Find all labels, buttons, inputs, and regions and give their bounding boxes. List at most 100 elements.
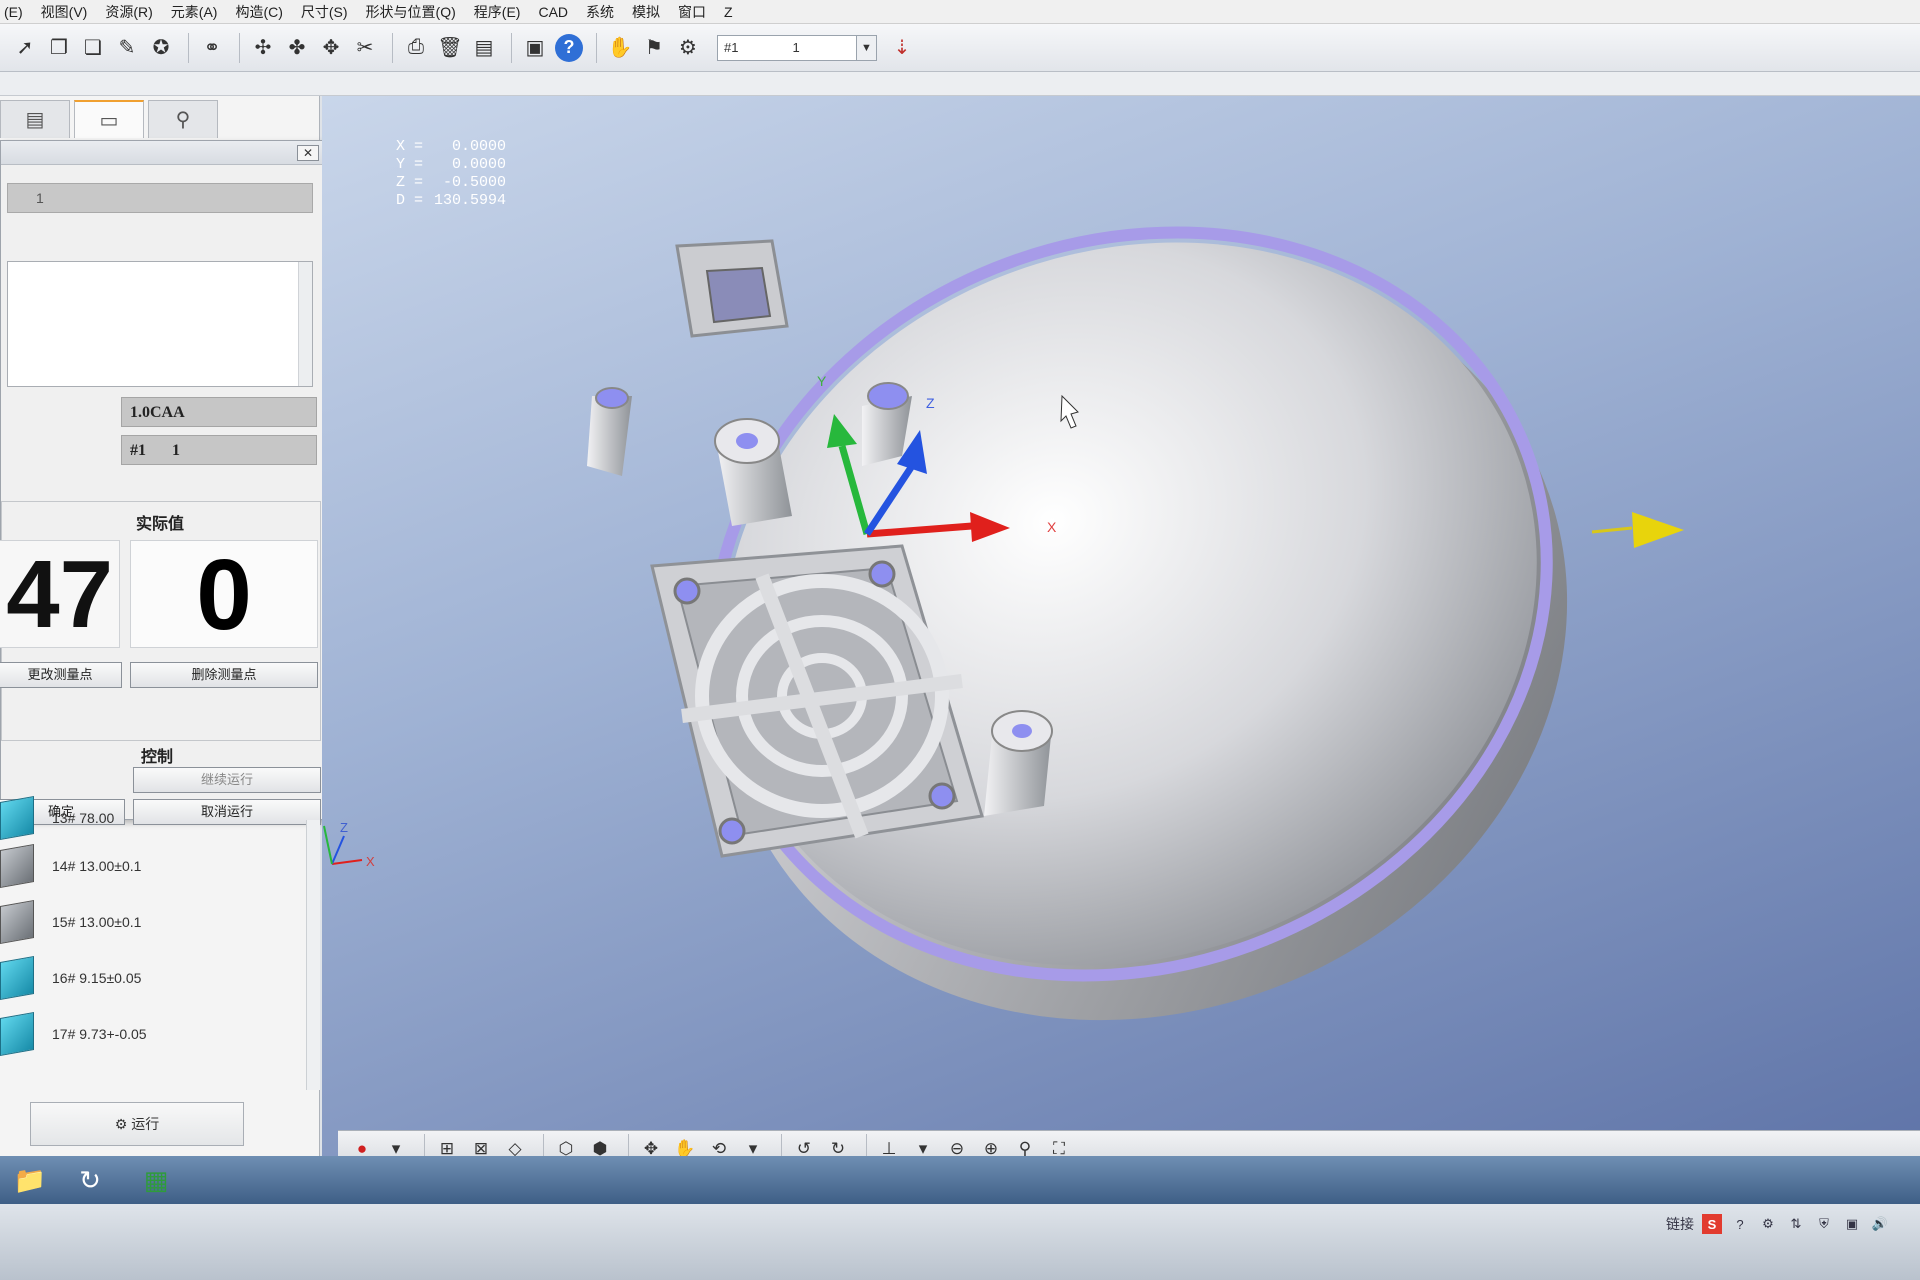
measure-cylinder-icon[interactable]: ✤ bbox=[282, 33, 312, 63]
feature-list: 13# 78.00 14# 13.00±0.1 15# 13.00±0.1 16… bbox=[0, 796, 320, 1090]
toolbar-separator bbox=[188, 32, 189, 63]
menu-construct[interactable]: 构造(C) bbox=[235, 2, 282, 22]
wrench-icon[interactable]: ✎ bbox=[112, 33, 142, 63]
coord-axis: D = bbox=[396, 192, 424, 209]
menu-system[interactable]: 系统 bbox=[586, 2, 614, 22]
menu-bar: (E) 视图(V) 资源(R) 元素(A) 构造(C) 尺寸(S) 形状与位置(… bbox=[0, 0, 1920, 24]
menu-cad[interactable]: CAD bbox=[538, 4, 568, 20]
report-icon[interactable]: ▤ bbox=[469, 33, 499, 63]
measure-plane-icon[interactable]: ✥ bbox=[316, 33, 346, 63]
tools-icon[interactable]: ✂ bbox=[350, 33, 380, 63]
help-icon[interactable]: ? bbox=[1730, 1214, 1750, 1234]
binoculars-icon[interactable]: ⚭ bbox=[197, 33, 227, 63]
menu-elements[interactable]: 元素(A) bbox=[171, 2, 218, 22]
actual-value-group: 实际值 47 0 更改测量点 删除测量点 bbox=[0, 501, 321, 741]
feature-list-scrollbar[interactable] bbox=[306, 820, 320, 1090]
cad-viewport[interactable]: X Y Z X Z X = 0.0000 Y = 0.0000 Z = -0.5000… bbox=[322, 96, 1920, 1156]
probe-tip-number: 1 bbox=[172, 442, 180, 459]
toolbar-separator bbox=[596, 32, 597, 63]
tab-program-icon[interactable]: ▤ bbox=[0, 100, 70, 138]
menu-resources[interactable]: 资源(R) bbox=[105, 2, 152, 22]
feature-label: 16# 9.15±0.05 bbox=[52, 970, 142, 986]
menu-dimension[interactable]: 尺寸(S) bbox=[301, 2, 348, 22]
list-item[interactable]: 17# 9.73+-0.05 bbox=[0, 1008, 147, 1060]
tab-elements-icon[interactable]: ▭ bbox=[74, 100, 144, 138]
feature-cube-icon bbox=[0, 844, 34, 888]
hand-probe-icon[interactable]: ✋ bbox=[605, 33, 635, 63]
display-icon[interactable]: ▣ bbox=[1842, 1214, 1862, 1234]
control-label: 控制 bbox=[137, 743, 178, 767]
help-button[interactable]: ? bbox=[554, 33, 584, 63]
coord-row: D = 130.5994 bbox=[396, 192, 506, 210]
list-item[interactable]: 15# 13.00±0.1 bbox=[0, 896, 141, 948]
cmm-app-icon[interactable]: ↻ bbox=[64, 1162, 116, 1198]
continue-button[interactable]: 继续运行 bbox=[133, 767, 321, 793]
change-point-button[interactable]: 更改测量点 bbox=[0, 662, 122, 688]
world-axis-indicator: X Z bbox=[323, 820, 375, 869]
probe-calibrate-icon[interactable]: ⚙ bbox=[673, 33, 703, 63]
probe-select[interactable]: #1 1 ▼ bbox=[717, 34, 877, 61]
delete-point-button[interactable]: 删除测量点 bbox=[130, 662, 318, 688]
message-list[interactable] bbox=[7, 261, 313, 387]
coord-value: 0.0000 bbox=[451, 156, 506, 173]
run-icon: ⚙ bbox=[114, 1116, 132, 1132]
settings-icon[interactable]: ⚙ bbox=[1758, 1214, 1778, 1234]
direction-arrow bbox=[1632, 512, 1684, 548]
probe-down-icon[interactable]: ⇣ bbox=[887, 33, 917, 63]
list-item[interactable]: 16# 9.15±0.05 bbox=[0, 952, 141, 1004]
chevron-down-icon[interactable]: ▼ bbox=[856, 35, 876, 60]
ime-icon[interactable]: S bbox=[1702, 1214, 1722, 1234]
planned-points-value: 47 bbox=[6, 541, 113, 648]
volume-icon[interactable]: 🔊 bbox=[1870, 1214, 1890, 1234]
coord-row: Z = -0.5000 bbox=[396, 174, 506, 192]
delete-icon[interactable]: 🗑 bbox=[435, 33, 465, 63]
network-icon[interactable]: ⇅ bbox=[1786, 1214, 1806, 1234]
feature-cube-icon bbox=[0, 900, 34, 944]
y-axis-label: Y bbox=[817, 373, 827, 389]
actual-value-label: 实际值 bbox=[136, 516, 185, 533]
measurement-dialog: ✕ 1 1.0CAA #1 1 实际值 47 0 更改测量点 删除测量点 控制 继… bbox=[0, 140, 328, 825]
paste-icon[interactable]: ❏ bbox=[78, 33, 108, 63]
shield-icon[interactable]: ⛨ bbox=[1814, 1214, 1834, 1234]
feature-label: 17# 9.73+-0.05 bbox=[52, 1026, 147, 1042]
menu-view[interactable]: 视图(V) bbox=[41, 2, 88, 22]
program-name-field[interactable]: 1 bbox=[7, 183, 313, 213]
probe-change-icon[interactable]: ✪ bbox=[146, 33, 176, 63]
save-icon[interactable]: ▣ bbox=[520, 33, 550, 63]
list-item[interactable]: 13# 78.00 bbox=[0, 792, 114, 844]
world-x-label: X bbox=[366, 854, 375, 869]
menu-program[interactable]: 程序(E) bbox=[474, 2, 521, 22]
message-list-scrollbar[interactable] bbox=[298, 262, 312, 386]
coord-axis: Z = bbox=[396, 174, 424, 191]
tab-probe-icon[interactable]: ⚲ bbox=[148, 100, 218, 138]
menu-extra[interactable]: Z bbox=[724, 4, 733, 20]
pointer-icon[interactable]: ➚ bbox=[10, 33, 40, 63]
measure-circle-icon[interactable]: ✣ bbox=[248, 33, 278, 63]
feature-cube-icon bbox=[0, 796, 34, 840]
coord-axis: Y = bbox=[396, 156, 424, 173]
run-button[interactable]: ⚙ 运行 bbox=[30, 1102, 244, 1146]
menu-edit[interactable]: (E) bbox=[4, 4, 23, 20]
feature-label: 14# 13.00±0.1 bbox=[52, 858, 142, 874]
list-item[interactable]: 14# 13.00±0.1 bbox=[0, 840, 141, 892]
part-model[interactable]: X Y Z X Z bbox=[322, 96, 1920, 1156]
print-icon[interactable]: ⎙ bbox=[401, 33, 431, 63]
run-button-label: 运行 bbox=[131, 1116, 160, 1132]
close-icon[interactable]: ✕ bbox=[297, 145, 319, 161]
auto-probe-icon[interactable]: ⚑ bbox=[639, 33, 669, 63]
copy-icon[interactable]: ❐ bbox=[44, 33, 74, 63]
menu-window[interactable]: 窗口 bbox=[678, 2, 706, 22]
probe-select-label: #1 bbox=[724, 40, 739, 55]
link-label[interactable]: 链接 bbox=[1666, 1214, 1694, 1234]
probe-config-field: 1.0CAA bbox=[121, 397, 317, 427]
excel-icon[interactable]: ▦ bbox=[130, 1162, 182, 1198]
probe-tip-name: #1 bbox=[130, 442, 146, 459]
main-toolbar: ➚ ❐ ❏ ✎ ✪ ⚭ ✣ ✤ ✥ ✂ ⎙ 🗑 ▤ ▣ ? ✋ ⚑ ⚙ #1 1… bbox=[0, 24, 1920, 72]
coord-value: 130.5994 bbox=[433, 192, 506, 209]
coord-row: X = 0.0000 bbox=[396, 138, 506, 156]
folder-icon[interactable]: 📁 bbox=[4, 1162, 56, 1198]
menu-simulate[interactable]: 模拟 bbox=[632, 2, 660, 22]
planned-points-display: 47 bbox=[0, 540, 120, 648]
menu-shape-position[interactable]: 形状与位置(Q) bbox=[366, 2, 456, 22]
panel-tabs: ▤ ▭ ⚲ bbox=[0, 100, 320, 140]
